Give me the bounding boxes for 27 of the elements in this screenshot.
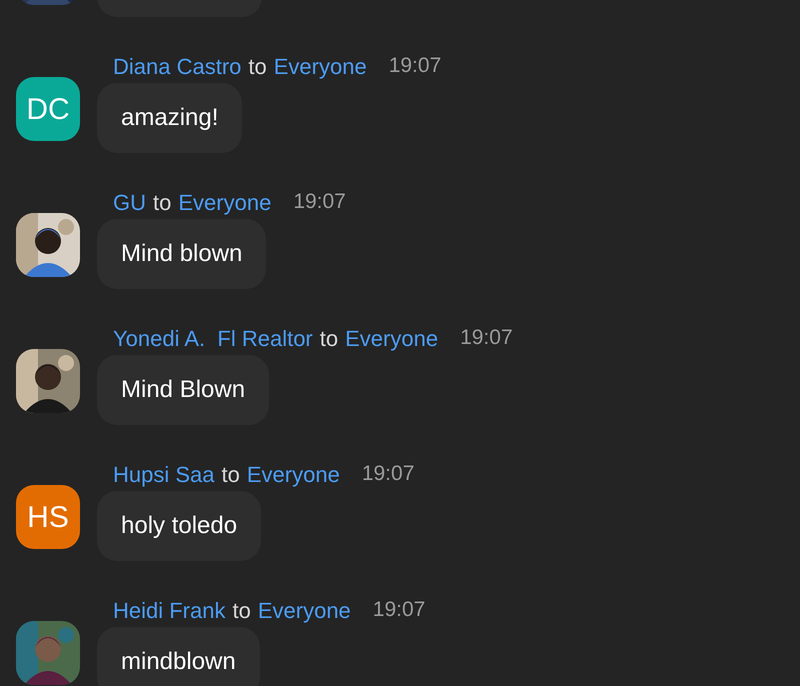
to-label: to xyxy=(222,460,240,488)
sender-name: Yonedi A. Fl Realtor xyxy=(113,324,313,352)
timestamp: 19:07 xyxy=(460,325,513,352)
timestamp: 19:07 xyxy=(293,189,346,216)
sender-name: Hupsi Saa xyxy=(113,460,215,489)
to-label: to xyxy=(320,324,338,352)
recipient-name: Everyone xyxy=(258,596,351,625)
message-bubble: holy toledo xyxy=(97,491,262,561)
to-label: to xyxy=(153,188,172,216)
message-bubble: mindblown xyxy=(97,627,260,686)
timestamp: 19:07 xyxy=(372,597,426,624)
sender-name: GU xyxy=(113,188,146,216)
avatar: DC xyxy=(16,77,80,141)
message-bubble: amazing! xyxy=(97,83,242,153)
timestamp: 19:07 xyxy=(362,461,414,488)
recipient-name: Everyone xyxy=(345,324,438,353)
timestamp: 19:07 xyxy=(388,53,442,80)
to-label: to xyxy=(232,596,251,624)
sender-name: Diana Castro xyxy=(113,52,242,80)
recipient-name: Everyone xyxy=(274,52,367,81)
avatar: HS xyxy=(16,485,80,549)
message-bubble: Mind blown xyxy=(97,219,266,289)
sender-name: Heidi Frank xyxy=(113,596,226,624)
recipient-name: Everyone xyxy=(178,188,272,217)
recipient-name: Everyone xyxy=(246,460,340,489)
message-bubble: Mind Blown xyxy=(97,355,270,425)
to-label: to xyxy=(248,52,267,80)
